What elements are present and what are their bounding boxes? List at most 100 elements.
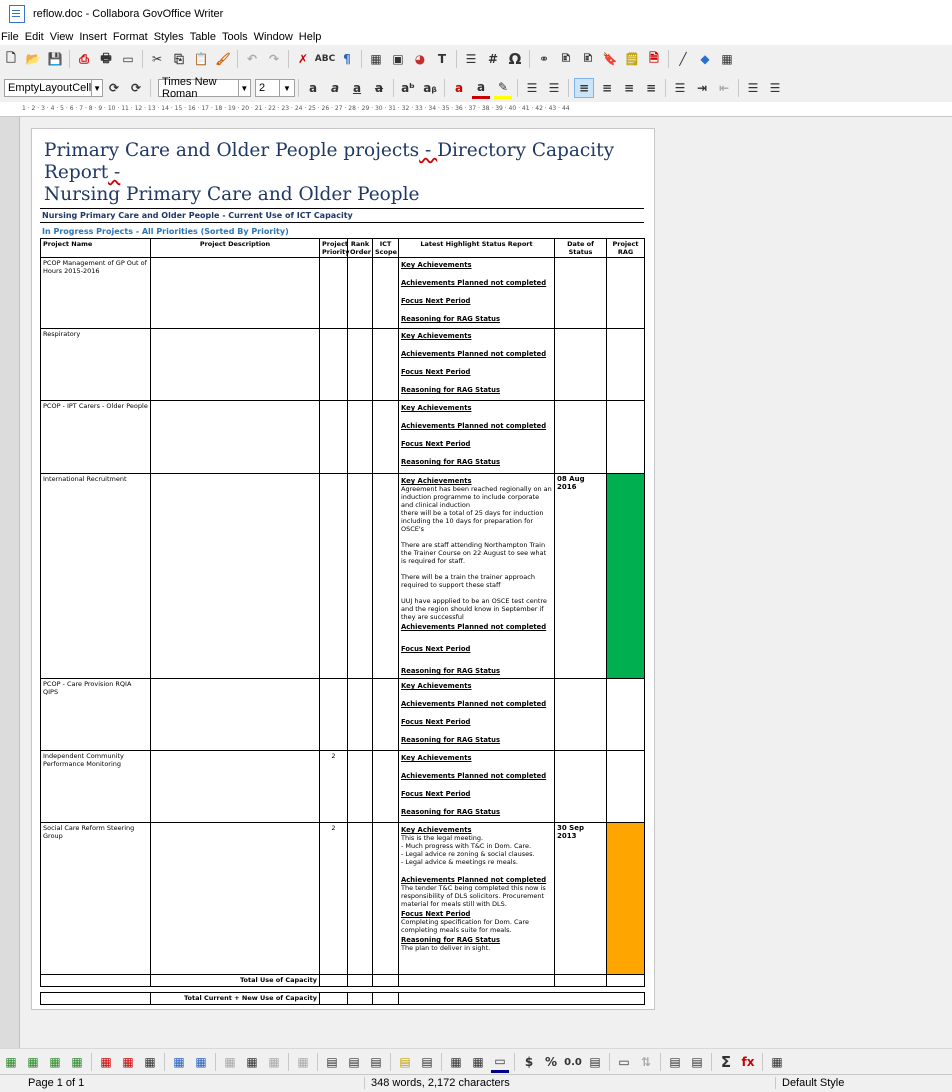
strikethrough-icon[interactable]: a: [370, 79, 388, 97]
menu-insert[interactable]: Insert: [79, 31, 107, 43]
new-style-icon[interactable]: ⟳: [127, 79, 145, 97]
insert-caption-icon[interactable]: ▤: [666, 1053, 684, 1071]
copy-icon[interactable]: ⎘: [170, 50, 188, 68]
print-icon[interactable]: 🖶: [97, 50, 115, 68]
align-middle-icon[interactable]: ▤: [345, 1053, 363, 1071]
insert-row-above-icon[interactable]: ▦: [2, 1053, 20, 1071]
insert-textbox-icon[interactable]: T: [433, 50, 451, 68]
font-name-select[interactable]: Times New Roman ▼: [158, 76, 251, 100]
decimal-format-icon[interactable]: 0.0: [564, 1053, 582, 1071]
delete-rows-icon[interactable]: ▦: [97, 1053, 115, 1071]
highlight-icon[interactable]: ✎: [494, 78, 512, 99]
document-page[interactable]: Primary Care and Older People projects -…: [31, 128, 655, 1010]
align-left-icon[interactable]: ≡: [574, 78, 594, 98]
chevron-down-icon[interactable]: ▼: [279, 80, 294, 96]
table-autoformat-icon[interactable]: ▤: [418, 1053, 436, 1071]
table-row[interactable]: PCOP Management of GP Out of Hours 2015-…: [40, 257, 645, 329]
paste-icon[interactable]: 📋: [192, 50, 210, 68]
insert-column-after-icon[interactable]: ▦: [68, 1053, 86, 1071]
cut-icon[interactable]: ✂: [148, 50, 166, 68]
print-preview-icon[interactable]: ▭: [119, 50, 137, 68]
menu-file[interactable]: File: [0, 31, 19, 43]
sort-icon[interactable]: ⇅: [637, 1053, 655, 1071]
menu-view[interactable]: View: [50, 31, 74, 43]
superscript-icon[interactable]: aᵇ: [399, 79, 417, 97]
special-character-icon[interactable]: Ω: [506, 50, 524, 68]
table-background-icon[interactable]: ▤: [396, 1053, 414, 1071]
chevron-down-icon[interactable]: ▼: [91, 80, 102, 96]
chevron-down-icon[interactable]: ▼: [237, 80, 250, 96]
clone-formatting-icon[interactable]: 🖌: [214, 50, 232, 68]
formatting-marks-icon[interactable]: ¶: [338, 50, 356, 68]
border-style-icon[interactable]: ▦: [469, 1053, 487, 1071]
comment-icon[interactable]: 🗎: [645, 50, 663, 68]
vertical-ruler[interactable]: [0, 117, 20, 1048]
word-count[interactable]: 348 words, 2,172 characters: [364, 1077, 510, 1089]
bookmark-icon[interactable]: 🔖: [601, 50, 619, 68]
insert-chart-icon[interactable]: ◕: [411, 50, 429, 68]
sum-icon[interactable]: Σ: [717, 1053, 735, 1071]
export-pdf-icon[interactable]: ⎙: [75, 50, 93, 68]
borders-icon[interactable]: ▦: [447, 1053, 465, 1071]
delete-table-icon[interactable]: ▦: [141, 1053, 159, 1071]
delete-columns-icon[interactable]: ▦: [119, 1053, 137, 1071]
table-row[interactable]: Independent Community Performance Monito…: [40, 750, 645, 823]
merge-cells-icon[interactable]: ▦: [221, 1053, 239, 1071]
percent-format-icon[interactable]: %: [542, 1053, 560, 1071]
page-style[interactable]: Default Style: [775, 1077, 844, 1089]
table-row[interactable]: PCOP - Care Provision RQIA QIPS Key Achi…: [40, 678, 645, 751]
endnote-icon[interactable]: 🗈: [579, 50, 597, 68]
decrease-paragraph-spacing-icon[interactable]: ☰: [766, 79, 784, 97]
align-center-icon[interactable]: ≡: [598, 79, 616, 97]
autofit-icon[interactable]: ▦: [294, 1053, 312, 1071]
italic-icon[interactable]: a: [326, 79, 344, 97]
font-size-select[interactable]: 2 ▼: [255, 79, 295, 97]
menu-format[interactable]: Format: [113, 31, 148, 43]
insert-column-before-icon[interactable]: ▦: [46, 1053, 64, 1071]
justify-icon[interactable]: ≡: [642, 79, 660, 97]
footnote-icon[interactable]: 🗈: [557, 50, 575, 68]
paragraph-style-select[interactable]: EmptyLayoutCell ▼: [4, 79, 103, 97]
numbering-icon[interactable]: ☰: [545, 79, 563, 97]
select-cell-icon[interactable]: ▦: [170, 1053, 188, 1071]
border-color-icon[interactable]: ▭: [491, 1052, 509, 1073]
insert-table-icon[interactable]: ▦: [367, 50, 385, 68]
redo-icon[interactable]: ↷: [265, 50, 283, 68]
split-cells-icon[interactable]: ▦: [243, 1053, 261, 1071]
table-properties-icon[interactable]: ▤: [688, 1053, 706, 1071]
insert-row-below-icon[interactable]: ▦: [24, 1053, 42, 1071]
table-row[interactable]: International Recruitment Key Achievemen…: [40, 473, 645, 679]
table-row[interactable]: PCOP - IPT Carers - Older People Key Ach…: [40, 400, 645, 474]
line-icon[interactable]: ╱: [674, 50, 692, 68]
decrease-indent-icon[interactable]: ⇤: [715, 79, 733, 97]
table-row[interactable]: Social Care Reform Steering Group 2 Key …: [40, 822, 645, 975]
underline-icon[interactable]: a: [348, 79, 366, 97]
save-icon[interactable]: 💾: [46, 50, 64, 68]
font-color-icon[interactable]: a: [472, 78, 490, 99]
clear-formatting-icon[interactable]: a: [450, 79, 468, 97]
menu-help[interactable]: Help: [299, 31, 322, 43]
align-right-icon[interactable]: ≡: [620, 79, 638, 97]
table-row[interactable]: Respiratory Key Achievements Achievement…: [40, 328, 645, 401]
increase-indent-icon[interactable]: ⇥: [693, 79, 711, 97]
align-bottom-icon[interactable]: ▤: [367, 1053, 385, 1071]
insert-field-icon[interactable]: #: [484, 50, 502, 68]
new-document-icon[interactable]: 🗋: [2, 50, 20, 68]
subscript-icon[interactable]: aᵦ: [421, 79, 439, 97]
find-replace-icon[interactable]: ✗: [294, 50, 312, 68]
undo-icon[interactable]: ↶: [243, 50, 261, 68]
bullets-icon[interactable]: ☰: [523, 79, 541, 97]
cross-reference-icon[interactable]: 🗒: [623, 50, 641, 68]
currency-format-icon[interactable]: $: [520, 1053, 538, 1071]
date-format-icon[interactable]: ▤: [586, 1053, 604, 1071]
update-style-icon[interactable]: ⟳: [105, 79, 123, 97]
open-icon[interactable]: 📂: [24, 50, 42, 68]
formula-icon[interactable]: fx: [739, 1053, 757, 1071]
menu-edit[interactable]: Edit: [25, 31, 44, 43]
increase-paragraph-spacing-icon[interactable]: ☰: [744, 79, 762, 97]
menu-table[interactable]: Table: [190, 31, 216, 43]
menu-tools[interactable]: Tools: [222, 31, 248, 43]
line-spacing-icon[interactable]: ☰: [671, 79, 689, 97]
page-indicator[interactable]: Page 1 of 1: [28, 1077, 84, 1089]
horizontal-ruler[interactable]: 1 · 2 · 3 · 4 · 5 · 6 · 7 · 8 · 9 · 10 ·…: [0, 102, 952, 117]
